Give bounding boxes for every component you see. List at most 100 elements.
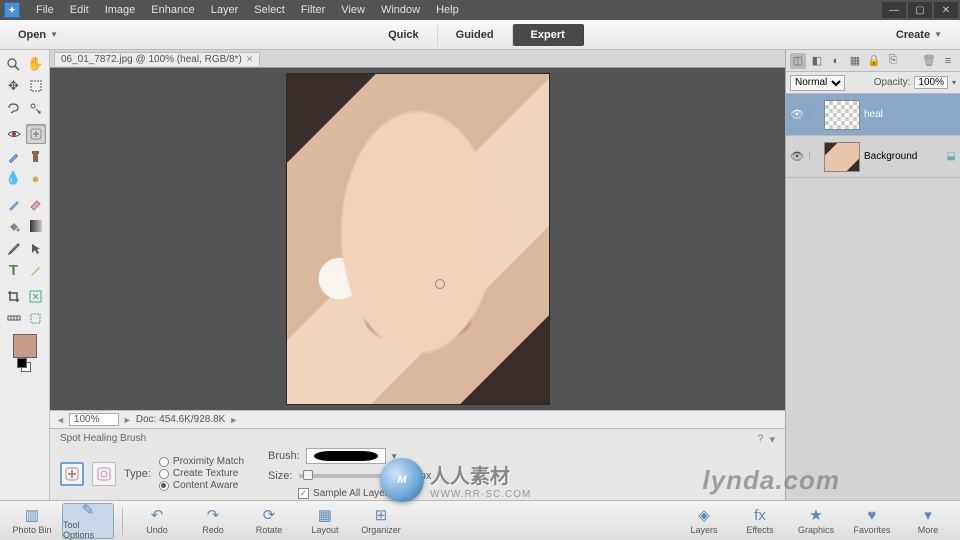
canvas[interactable] <box>50 68 785 410</box>
close-icon[interactable]: ✕ <box>246 54 254 65</box>
menu-enhance[interactable]: Enhance <box>143 4 202 16</box>
layer-name[interactable]: heal <box>864 109 956 120</box>
layout-button[interactable]: ▦Layout <box>299 503 351 539</box>
chevron-down-icon[interactable]: ▾ <box>952 78 956 87</box>
sponge-tool[interactable]: ● <box>26 168 46 188</box>
blend-mode-select[interactable]: Normal <box>790 75 845 91</box>
help-icon[interactable]: ? <box>757 433 763 446</box>
type-radio-texture[interactable]: Create Texture <box>159 468 244 479</box>
new-layer-icon[interactable]: ◫ <box>790 53 806 69</box>
chevron-down-icon[interactable]: ▾ <box>392 451 397 462</box>
mode-tab-guided[interactable]: Guided <box>438 24 513 46</box>
type-radio-proximity[interactable]: Proximity Match <box>159 456 244 467</box>
foreground-color-swatch[interactable] <box>13 334 37 358</box>
menu-image[interactable]: Image <box>97 4 144 16</box>
recompose-tool[interactable] <box>26 286 46 306</box>
visibility-toggle-icon[interactable]: 👁 <box>790 150 804 163</box>
brush-preview[interactable] <box>306 448 386 464</box>
quick-select-tool[interactable] <box>26 98 46 118</box>
close-button[interactable]: ✕ <box>934 2 958 18</box>
eraser-tool[interactable] <box>26 194 46 214</box>
status-more-icon[interactable]: ► <box>229 415 238 425</box>
zoom-tool[interactable] <box>4 54 24 74</box>
eyedropper-tool[interactable] <box>4 238 24 258</box>
organizer-button[interactable]: ⊞Organizer <box>355 503 407 539</box>
menu-edit[interactable]: Edit <box>62 4 97 16</box>
gradient-tool[interactable] <box>26 216 46 236</box>
open-button[interactable]: Open ▼ <box>8 25 68 45</box>
size-slider[interactable] <box>299 474 399 478</box>
tool-options-button[interactable]: ✎Tool Options <box>62 503 114 539</box>
smart-brush-tool[interactable] <box>4 146 24 166</box>
link-layers-icon[interactable]: ⎘ <box>885 53 901 69</box>
layer-mask-icon[interactable]: ▦ <box>847 53 863 69</box>
straighten-tool[interactable] <box>4 308 24 328</box>
more-icon: ▾ <box>924 506 932 524</box>
spot-healing-tool[interactable] <box>26 124 46 144</box>
menu-layer[interactable]: Layer <box>203 4 247 16</box>
heal-mode-button[interactable] <box>92 462 116 486</box>
menu-view[interactable]: View <box>333 4 373 16</box>
status-prev-icon[interactable]: ◄ <box>56 415 65 425</box>
layer-name[interactable]: Background <box>864 151 943 162</box>
spot-heal-mode-button[interactable] <box>60 462 84 486</box>
type-tool[interactable]: T <box>4 260 24 280</box>
layer-row[interactable]: 👁 ⁝ Background ⬓ <box>786 136 960 178</box>
clone-stamp-tool[interactable] <box>26 146 46 166</box>
menu-file[interactable]: File <box>28 4 62 16</box>
minimize-button[interactable]: — <box>882 2 906 18</box>
layer-group-icon[interactable]: ◧ <box>809 53 825 69</box>
delete-layer-icon[interactable]: 🗑 <box>921 53 937 69</box>
collapse-icon[interactable]: ▾ <box>769 433 775 446</box>
lock-layer-icon[interactable]: 🔒 <box>866 53 882 69</box>
layer-thumbnail[interactable] <box>824 100 860 130</box>
more-button[interactable]: ▾More <box>902 503 954 539</box>
redeye-tool[interactable] <box>4 124 24 144</box>
effects-button[interactable]: fxEffects <box>734 503 786 539</box>
menu-select[interactable]: Select <box>246 4 293 16</box>
layer-thumbnail[interactable] <box>824 142 860 172</box>
paint-bucket-tool[interactable] <box>4 216 24 236</box>
visibility-toggle-icon[interactable]: 👁 <box>790 108 804 121</box>
menu-window[interactable]: Window <box>373 4 428 16</box>
default-colors-swatch[interactable] <box>19 360 31 372</box>
menu-filter[interactable]: Filter <box>293 4 333 16</box>
document-tab[interactable]: 06_01_7872.jpg @ 100% (heal, RGB/8*) ✕ <box>54 52 260 66</box>
status-next-icon[interactable]: ► <box>123 415 132 425</box>
graphics-button[interactable]: ★Graphics <box>790 503 842 539</box>
brush-cursor-icon <box>435 279 445 289</box>
link-icon[interactable]: ⬓ <box>947 151 956 162</box>
layers-button[interactable]: ◈Layers <box>678 503 730 539</box>
panel-menu-icon[interactable]: ≡ <box>940 53 956 69</box>
lasso-tool[interactable] <box>4 98 24 118</box>
marquee-tool[interactable] <box>26 76 46 96</box>
layer-row[interactable]: 👁 ⁝ heal <box>786 94 960 136</box>
menu-help[interactable]: Help <box>428 4 467 16</box>
mode-tab-expert[interactable]: Expert <box>513 24 584 46</box>
rotate-icon: ⟳ <box>263 506 276 524</box>
rotate-button[interactable]: ⟳Rotate <box>243 503 295 539</box>
hand-tool[interactable]: ✋ <box>26 54 46 74</box>
photo-canvas[interactable] <box>287 74 549 404</box>
type-radio-content-aware[interactable]: Content Aware <box>159 480 244 491</box>
brush-tool[interactable] <box>4 194 24 214</box>
photo-bin-button[interactable]: ▥Photo Bin <box>6 503 58 539</box>
opacity-value[interactable]: 100% <box>914 76 948 89</box>
blur-tool[interactable]: 💧 <box>4 168 24 188</box>
maximize-button[interactable]: ▢ <box>908 2 932 18</box>
adjustment-layer-icon[interactable]: ◐ <box>828 53 844 69</box>
redo-button[interactable]: ↷Redo <box>187 503 239 539</box>
move-tool[interactable]: ✥ <box>4 76 24 96</box>
undo-button[interactable]: ↶Undo <box>131 503 183 539</box>
layers-panel: ◫ ◧ ◐ ▦ 🔒 ⎘ 🗑 ≡ Normal Opacity: 100% ▾ 👁… <box>785 50 960 500</box>
create-button[interactable]: Create ▼ <box>886 25 952 45</box>
selection-tool[interactable] <box>26 238 46 258</box>
crop-tool[interactable] <box>4 286 24 306</box>
content-move-tool[interactable] <box>26 308 46 328</box>
zoom-field[interactable]: 100% <box>69 413 119 426</box>
sample-all-layers-checkbox[interactable]: ✓ Sample All Layers <box>298 488 431 499</box>
favorites-button[interactable]: ♥Favorites <box>846 503 898 539</box>
mode-tab-quick[interactable]: Quick <box>370 24 438 46</box>
pencil-tool[interactable] <box>26 260 46 280</box>
slider-thumb[interactable] <box>303 470 313 480</box>
